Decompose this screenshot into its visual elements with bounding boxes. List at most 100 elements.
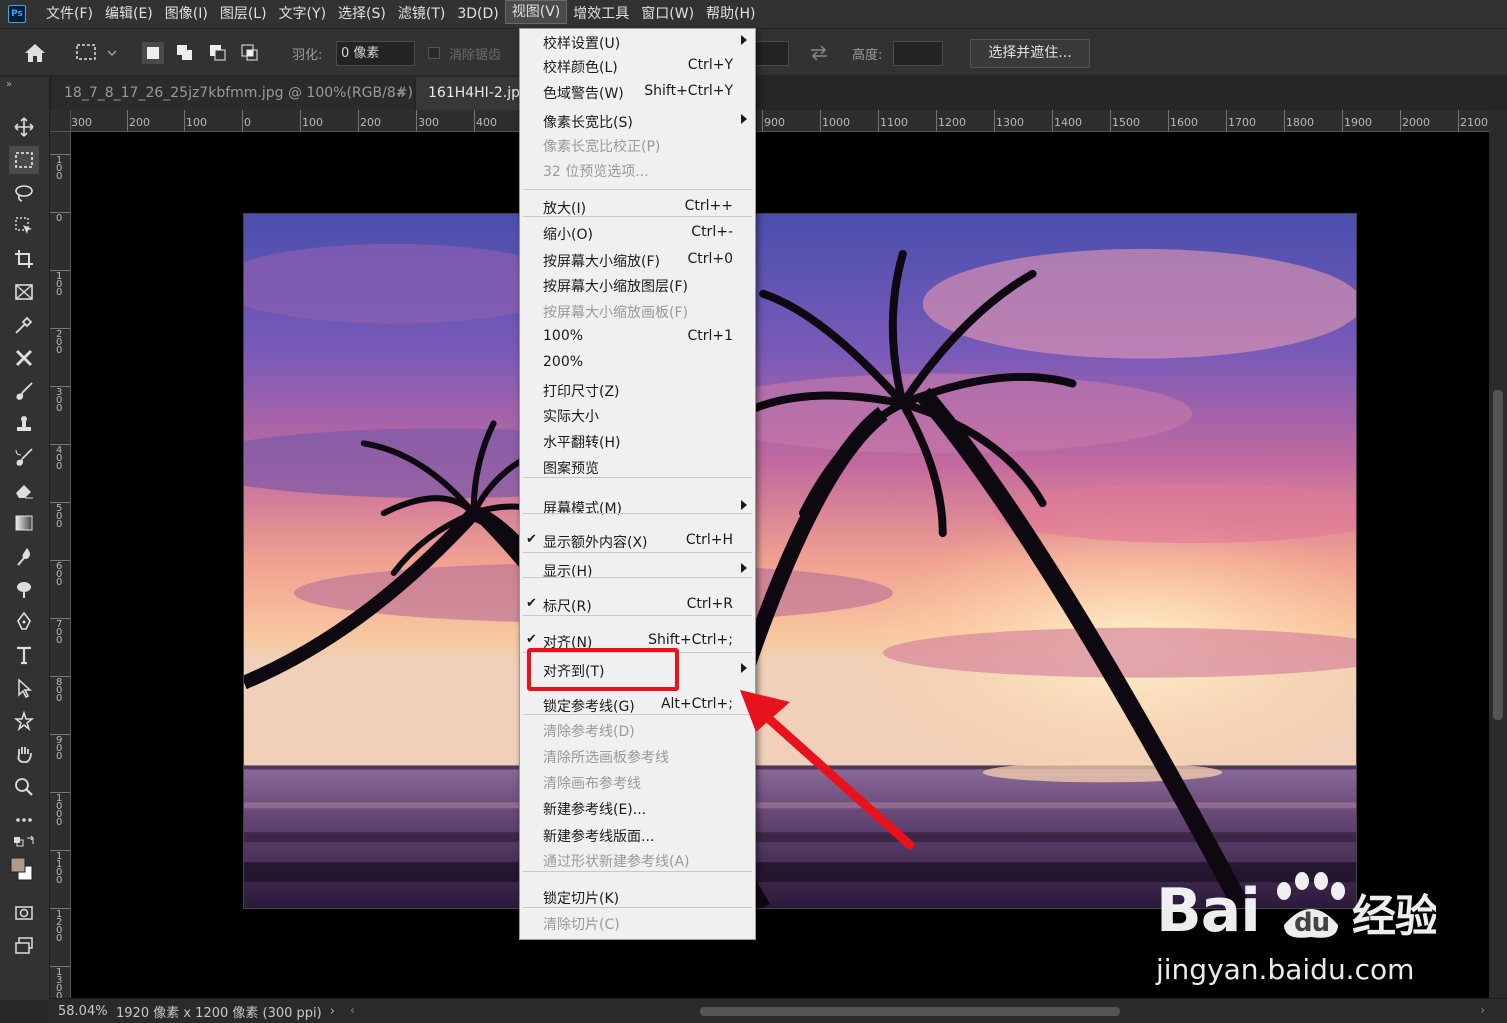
subtract-selection-icon[interactable] (207, 29, 229, 77)
ruler-origin[interactable] (50, 110, 71, 132)
close-icon[interactable]: ✕ (396, 77, 406, 110)
crop-tool-icon[interactable] (9, 245, 39, 273)
scrollbar-thumb[interactable] (700, 1007, 1120, 1016)
quick-mask-icon[interactable] (9, 899, 39, 927)
menu-item[interactable]: 图像(I) (159, 0, 214, 28)
custom-shape-tool-icon[interactable] (9, 707, 39, 735)
view-menu-item[interactable]: 显示(H) (520, 559, 755, 583)
menu-item[interactable]: 视图(V) (504, 0, 568, 24)
new-selection-icon[interactable] (142, 29, 164, 77)
vertical-scrollbar[interactable] (1489, 110, 1507, 1000)
ruler-label: 300 (418, 116, 439, 129)
lasso-tool-icon[interactable] (9, 179, 39, 207)
clone-stamp-tool-icon[interactable] (9, 410, 39, 438)
path-selection-tool-icon[interactable] (9, 674, 39, 702)
tools-panel: » (0, 77, 50, 1000)
view-menu-dropdown: 校样设置(U) 校样颜色(L) Ctrl+Y 色域警告(W) Shift+Ctrl+Y 像… (519, 28, 756, 940)
menu-item-shortcut: Ctrl+1 (687, 328, 733, 344)
home-icon[interactable] (22, 29, 48, 77)
view-menu-item[interactable]: ✔ 显示额外内容(X) Ctrl+H (520, 530, 755, 554)
view-menu-item[interactable]: 打印尺寸(Z) (520, 379, 755, 403)
marquee-preset-icon[interactable] (74, 29, 118, 77)
view-menu-item[interactable]: 校样颜色(L) Ctrl+Y (520, 55, 755, 79)
eraser-tool-icon[interactable] (9, 476, 39, 504)
menu-item[interactable]: 帮助(H) (700, 0, 761, 28)
scrollbar-thumb[interactable] (1493, 390, 1503, 720)
dodge-tool-icon[interactable] (9, 575, 39, 603)
vertical-ruler[interactable]: 100 0 100 200 300 400 500 600 700 800 900 1000 1100 1… (50, 132, 71, 998)
submenu-arrow-icon (741, 500, 747, 510)
menu-item[interactable]: 编辑(E) (99, 0, 159, 28)
submenu-arrow-icon (741, 114, 747, 124)
view-menu-item[interactable]: 色域警告(W) Shift+Ctrl+Y (520, 81, 755, 105)
object-selection-tool-icon[interactable] (9, 212, 39, 240)
view-menu-item[interactable]: 按屏幕大小缩放(F) Ctrl+0 (520, 249, 755, 273)
menu-item[interactable]: 3D(D) (451, 0, 504, 28)
history-brush-tool-icon[interactable] (9, 443, 39, 471)
pen-tool-icon[interactable] (9, 608, 39, 636)
screen-mode-icon[interactable] (9, 932, 39, 960)
color-swatches-icon[interactable] (9, 855, 39, 889)
scroll-left-icon[interactable]: ‹ (350, 1003, 355, 1017)
ruler-label: 1700 (1228, 116, 1256, 129)
view-menu-item[interactable]: 水平翻转(H) (520, 430, 755, 454)
menu-item[interactable]: 选择(S) (332, 0, 392, 28)
view-menu-item[interactable]: 校样设置(U) (520, 31, 755, 55)
checkmark-icon: ✔ (526, 596, 537, 611)
menu-item[interactable]: 图层(L) (214, 0, 273, 28)
select-and-mask-button[interactable]: 选择并遮住... (970, 39, 1090, 68)
view-menu-item[interactable]: 按屏幕大小缩放图层(F) (520, 274, 755, 298)
intersect-selection-icon[interactable] (239, 29, 261, 77)
collapse-icon[interactable]: » (6, 79, 12, 90)
frame-tool-icon[interactable] (9, 278, 39, 306)
view-menu-item[interactable]: 屏幕模式(M) (520, 496, 755, 520)
status-bar: 58.04% 1920 像素 x 1200 像素 (300 ppi) › ‹ › (50, 998, 1507, 1023)
blur-tool-icon[interactable] (9, 542, 39, 570)
menu-item[interactable]: 滤镜(T) (392, 0, 451, 28)
menu-item[interactable]: 文字(Y) (273, 0, 332, 28)
healing-brush-tool-icon[interactable] (9, 344, 39, 372)
type-tool-icon[interactable] (9, 641, 39, 669)
tab-document-2[interactable]: 161H4HI-2.jpg (416, 77, 526, 110)
brush-tool-icon[interactable] (9, 377, 39, 405)
more-tools-icon[interactable] (9, 806, 39, 834)
menu-item-label: 图案预览 (543, 461, 599, 477)
gradient-tool-icon[interactable] (9, 509, 39, 537)
view-menu-item[interactable]: 200% (520, 352, 755, 376)
feather-input[interactable]: 0 像素 (336, 41, 415, 66)
zoom-tool-icon[interactable] (9, 773, 39, 801)
scroll-right-icon[interactable]: › (1480, 1003, 1485, 1017)
view-menu-item[interactable]: 新建参考线版面... (520, 824, 755, 848)
view-menu-item[interactable]: 新建参考线(E)... (520, 797, 755, 821)
svg-text:Bai: Bai (1156, 876, 1260, 946)
ruler-label: 1200 (56, 909, 63, 944)
zoom-level[interactable]: 58.04% (50, 1004, 110, 1019)
ruler-label: 400 (56, 445, 63, 472)
menu-item[interactable]: 文件(F) (40, 0, 99, 28)
horizontal-ruler[interactable]: 300 200 100 0 100 200 300 400 900 1000 1100 1200 130… (71, 110, 1489, 132)
move-tool-icon[interactable] (9, 113, 39, 141)
ruler-label: 1100 (56, 851, 63, 886)
view-menu-item[interactable]: 实际大小 (520, 404, 755, 428)
view-menu-item[interactable]: 缩小(O) Ctrl+- (520, 222, 755, 246)
eyedropper-tool-icon[interactable] (9, 311, 39, 339)
tab-document-1[interactable]: 18_7_8_17_26_25jz7kbfmm.jpg @ 100%(RGB/8… (52, 77, 414, 110)
antialias-checkbox[interactable] (428, 29, 440, 77)
menu-item[interactable]: 增效工具 (567, 0, 635, 28)
ruler-label: 100 (302, 116, 323, 129)
menu-item[interactable]: 窗口(W) (635, 0, 700, 28)
view-menu-item[interactable]: 100% Ctrl+1 (520, 326, 755, 350)
status-menu-arrow[interactable]: › (322, 1004, 335, 1019)
menu-item-label: 校样颜色(L) (543, 60, 618, 76)
ruler-tick (358, 110, 359, 131)
rectangular-marquee-tool-icon[interactable] (9, 146, 39, 174)
height-input[interactable] (893, 41, 943, 66)
width-input[interactable] (755, 41, 789, 66)
view-menu-item[interactable]: 像素长宽比(S) (520, 110, 755, 134)
horizontal-scrollbar[interactable]: ‹ › (350, 1003, 1485, 1019)
ruler-tick (1110, 110, 1111, 131)
menu-separator (523, 907, 752, 908)
hand-tool-icon[interactable] (9, 740, 39, 768)
swap-icon[interactable] (808, 29, 830, 77)
add-selection-icon[interactable] (174, 29, 196, 77)
